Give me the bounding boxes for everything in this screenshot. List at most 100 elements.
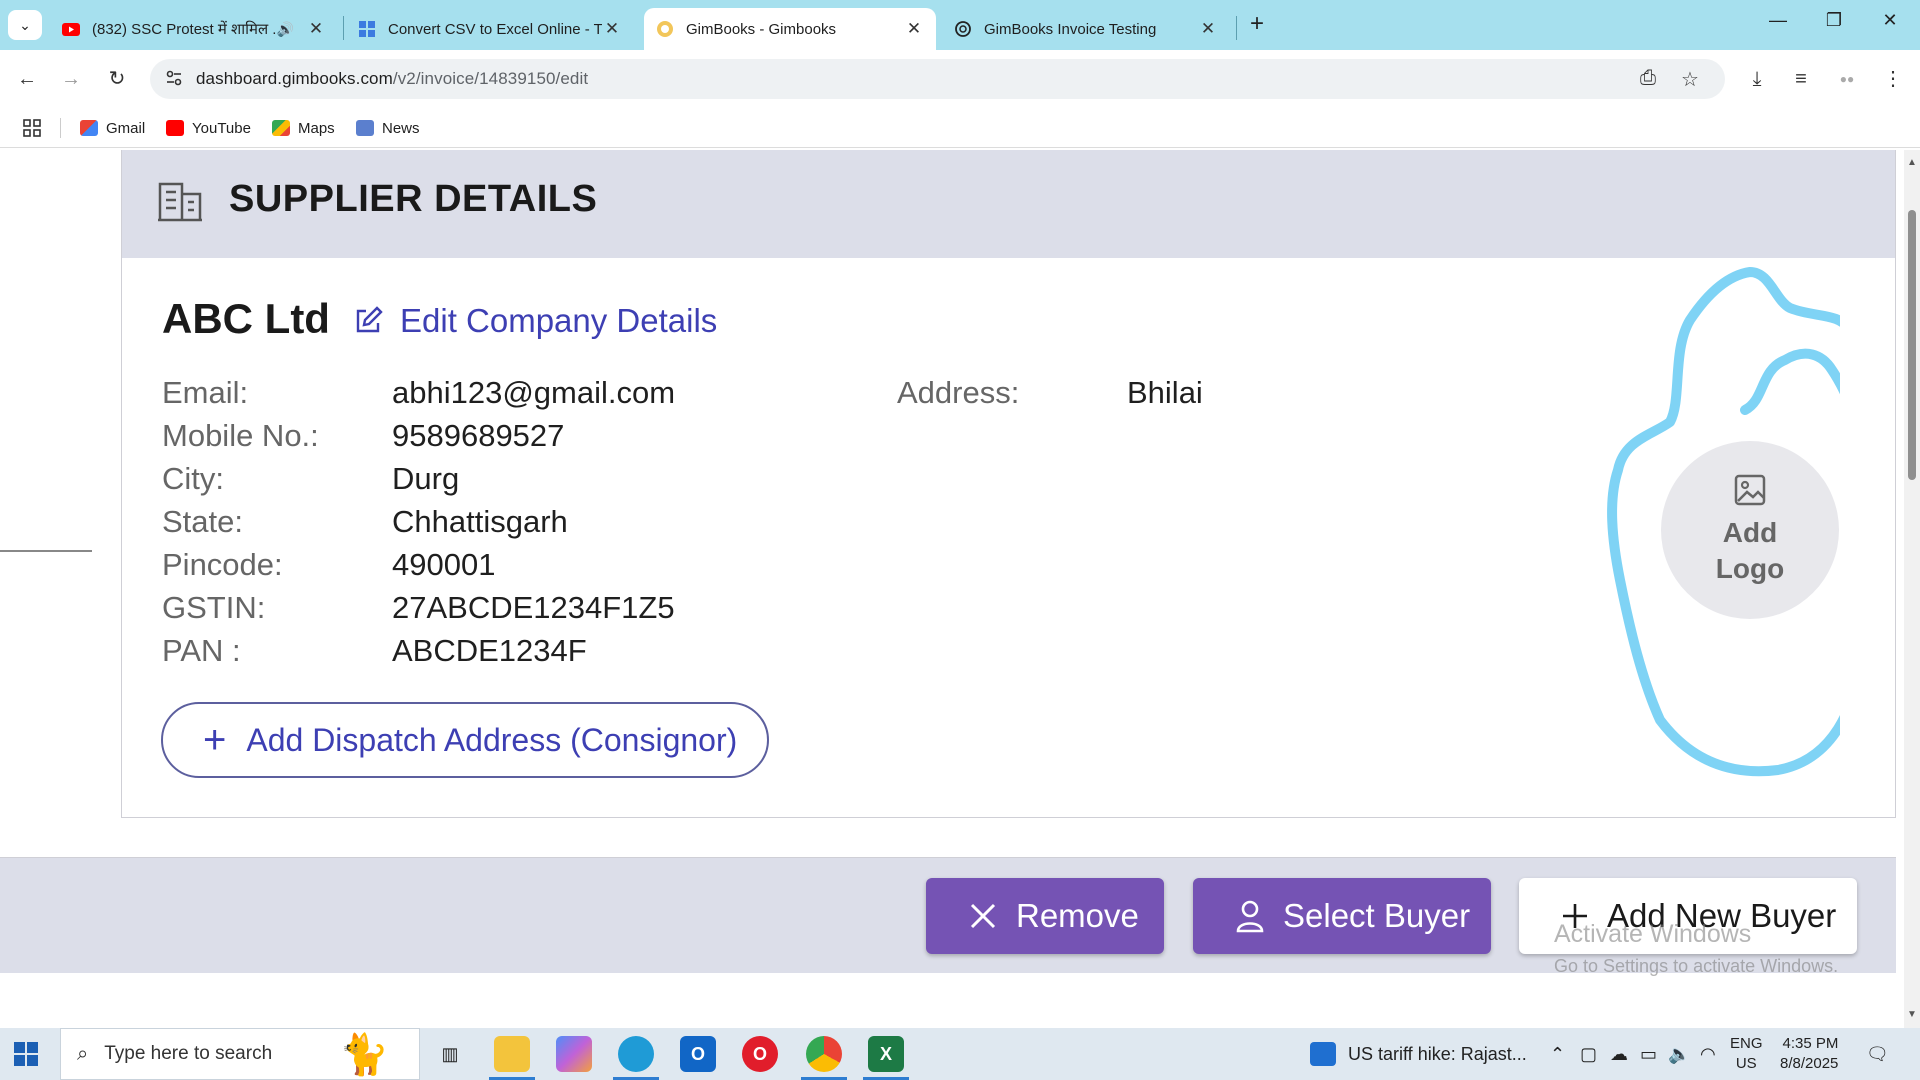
- bookmark-maps[interactable]: Maps: [272, 116, 335, 140]
- field-value: 9589689527: [392, 418, 565, 453]
- battery-icon[interactable]: ▭: [1640, 1044, 1657, 1065]
- close-icon[interactable]: ✕: [904, 19, 924, 39]
- reload-icon[interactable]: ↻: [102, 64, 132, 94]
- dispatch-button-label: Add Dispatch Address (Consignor): [246, 721, 738, 758]
- network-icon[interactable]: ◠: [1700, 1044, 1716, 1065]
- remove-button[interactable]: Remove: [926, 878, 1164, 954]
- user-icon: [1235, 899, 1265, 933]
- grid-app-icon: [358, 20, 376, 38]
- building-icon: [156, 178, 204, 224]
- meet-now-icon[interactable]: ▢: [1580, 1044, 1597, 1065]
- url-text[interactable]: dashboard.gimbooks.com/v2/invoice/148391…: [196, 69, 588, 89]
- bookmark-label: News: [382, 119, 420, 137]
- system-clock[interactable]: 4:35 PM 8/8/2025: [1780, 1034, 1838, 1074]
- address-bar[interactable]: dashboard.gimbooks.com/v2/invoice/148391…: [150, 59, 1725, 99]
- field-label: Mobile No.:: [162, 418, 319, 453]
- task-view-icon[interactable]: ▥: [432, 1036, 468, 1072]
- taskbar-search-input[interactable]: ⌕ Type here to search 🐈: [60, 1028, 420, 1080]
- search-icon: ⌕: [77, 1042, 89, 1065]
- apps-grid-icon[interactable]: [22, 116, 42, 140]
- tab-convert-csv[interactable]: Convert CSV to Excel Online - T ✕: [346, 8, 634, 50]
- opera-icon[interactable]: O: [742, 1036, 778, 1072]
- gimbooks-icon: [656, 20, 674, 38]
- menu-kebab-icon[interactable]: ⋮: [1878, 64, 1908, 94]
- close-icon[interactable]: ✕: [602, 19, 622, 39]
- tab-title: Convert CSV to Excel Online - T: [388, 20, 602, 38]
- language-indicator[interactable]: ENG US: [1730, 1034, 1763, 1074]
- activate-windows-subtitle: Go to Settings to activate Windows.: [1554, 956, 1839, 976]
- logo-label-line2: Logo: [1715, 553, 1785, 584]
- star-icon[interactable]: ☆: [1677, 67, 1703, 93]
- restore-icon[interactable]: ❐: [1814, 10, 1854, 38]
- edge-icon[interactable]: [618, 1036, 654, 1072]
- field-label: State:: [162, 504, 243, 539]
- company-name: ABC Ltd: [162, 295, 330, 342]
- bookmark-news[interactable]: News: [356, 116, 420, 140]
- scroll-thumb[interactable]: [1908, 210, 1916, 480]
- select-buyer-label: Select Buyer: [1283, 897, 1471, 934]
- bookmark-label: Maps: [298, 119, 335, 137]
- browser-toolbar: ← → ↻ dashboard.gimbooks.com/v2/invoice/…: [0, 50, 1920, 108]
- field-label: GSTIN:: [162, 590, 266, 625]
- tab-search-button[interactable]: ⌄: [8, 10, 42, 40]
- section-title: SUPPLIER DETAILS: [229, 178, 598, 220]
- new-tab-button[interactable]: +: [1244, 12, 1270, 38]
- chatgpt-icon: [954, 20, 972, 38]
- media-control-icon[interactable]: ≡: [1786, 64, 1816, 94]
- tab-separator: [1236, 16, 1237, 40]
- search-placeholder: Type here to search: [104, 1043, 273, 1064]
- site-settings-icon[interactable]: [164, 68, 186, 90]
- excel-icon[interactable]: X: [868, 1036, 904, 1072]
- download-icon[interactable]: ⤓: [1742, 64, 1772, 94]
- scroll-down-icon[interactable]: ▼: [1907, 1010, 1917, 1020]
- tab-youtube[interactable]: (832) SSC Protest में शामिल ... 🔊 ✕: [50, 8, 338, 50]
- field-value: Chhattisgarh: [392, 504, 568, 539]
- tab-title: GimBooks - Gimbooks: [686, 20, 837, 38]
- install-app-icon[interactable]: ⎙: [1635, 67, 1661, 93]
- edit-company-link[interactable]: Edit Company Details: [352, 302, 717, 340]
- field-value: 27ABCDE1234F1Z5: [392, 590, 675, 625]
- news-widget[interactable]: US tariff hike: Rajast...: [1310, 1042, 1527, 1066]
- select-buyer-button[interactable]: Select Buyer: [1193, 878, 1491, 954]
- remove-button-label: Remove: [1016, 897, 1139, 934]
- bookmark-youtube[interactable]: YouTube: [166, 116, 251, 140]
- activate-windows-title: Activate Windows: [1554, 920, 1752, 948]
- close-icon[interactable]: ✕: [306, 19, 326, 39]
- close-icon[interactable]: ✕: [1198, 19, 1218, 39]
- tab-gimbooks[interactable]: GimBooks - Gimbooks ✕: [644, 8, 936, 50]
- window-close-icon[interactable]: ✕: [1870, 10, 1910, 38]
- file-explorer-icon[interactable]: [494, 1036, 530, 1072]
- close-icon: [968, 901, 998, 931]
- forward-arrow-icon[interactable]: →: [56, 64, 86, 94]
- bookmark-label: Gmail: [106, 119, 146, 137]
- supplier-header: SUPPLIER DETAILS: [122, 150, 1895, 258]
- edit-link-label: Edit Company Details: [400, 302, 718, 339]
- volume-icon[interactable]: 🔈: [1668, 1044, 1690, 1065]
- outlook-icon[interactable]: O: [680, 1036, 716, 1072]
- browser-tab-strip: ⌄ (832) SSC Protest में शामिल ... 🔊 ✕ Co…: [0, 0, 1920, 50]
- page-scrollbar[interactable]: ▲ ▼: [1904, 150, 1920, 1028]
- add-logo-button[interactable]: Add Logo: [1661, 441, 1839, 619]
- onedrive-icon[interactable]: ☁: [1610, 1044, 1628, 1065]
- copilot-icon[interactable]: [556, 1036, 592, 1072]
- edit-icon: [352, 305, 384, 337]
- back-arrow-icon[interactable]: ←: [12, 64, 42, 94]
- add-dispatch-address-button[interactable]: + Add Dispatch Address (Consignor): [161, 702, 769, 778]
- bookmark-label: YouTube: [192, 119, 251, 137]
- cat-mascot-icon: 🐈: [339, 1033, 389, 1077]
- notifications-icon[interactable]: 🗨: [1866, 1044, 1889, 1065]
- windows-start-icon[interactable]: [14, 1042, 38, 1066]
- field-label: City:: [162, 461, 224, 496]
- field-label: Address:: [897, 375, 1020, 410]
- plus-icon: +: [203, 718, 227, 762]
- show-hidden-icons-chevron[interactable]: ⌃: [1550, 1044, 1565, 1065]
- tab-gimbooks-invoice-testing[interactable]: GimBooks Invoice Testing ✕: [942, 8, 1230, 50]
- profile-avatar-icon[interactable]: ●●: [1832, 64, 1862, 94]
- scroll-up-icon[interactable]: ▲: [1907, 158, 1917, 168]
- bookmark-gmail[interactable]: Gmail: [80, 116, 145, 140]
- tab-title: GimBooks Invoice Testing: [984, 20, 1157, 38]
- minimize-icon[interactable]: —: [1758, 10, 1798, 38]
- field-label: Email:: [162, 375, 249, 410]
- chrome-icon[interactable]: [806, 1036, 842, 1072]
- speaker-icon[interactable]: 🔊: [277, 21, 294, 38]
